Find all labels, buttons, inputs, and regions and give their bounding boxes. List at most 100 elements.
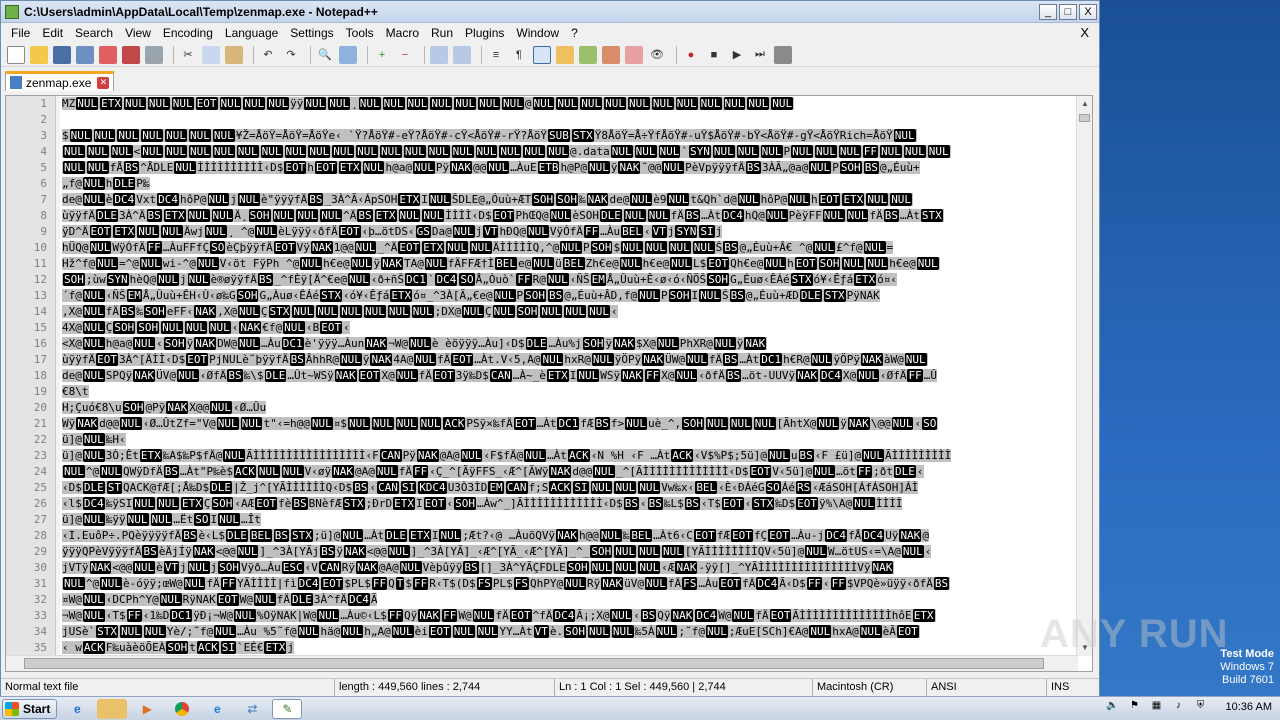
minimize-button[interactable]: _ (1039, 3, 1057, 20)
control-char: NUL (866, 257, 889, 270)
monitor-icon[interactable]: 👁 (648, 46, 666, 64)
folder-workspace-icon[interactable] (625, 45, 643, 64)
menu-search[interactable]: Search (69, 26, 119, 40)
copy-icon[interactable] (202, 45, 220, 64)
zoom-out-icon[interactable]: − (396, 46, 414, 64)
new-file-icon[interactable] (7, 45, 25, 64)
control-char: FF (583, 225, 600, 238)
notepadpp-icon[interactable]: ✎ (272, 698, 303, 719)
menu-language[interactable]: Language (219, 26, 284, 40)
zoom-in-icon[interactable]: + (373, 46, 391, 64)
control-char: EOT (428, 625, 451, 638)
ie-icon[interactable]: e (62, 699, 92, 719)
menu-window[interactable]: Window (510, 26, 565, 40)
editor-text-area[interactable]: MZ NUL ETX NUL NUL NUL EOT NUL NUL NUL ÿÿ NUL NUL ¸ NU… (60, 96, 1092, 671)
control-char: FF (220, 577, 236, 590)
title-bar[interactable]: C:\Users\admin\AppData\Local\Temp\zenmap… (1, 1, 1099, 23)
cut-icon[interactable]: ✂ (179, 46, 197, 64)
control-char: T (395, 577, 405, 590)
selected-text: ‚X@ NUL fÄ BS ‰ SOH eFF‹ NAK ‚X@ NUL Ç STX NUL NUL NUL… (62, 305, 618, 318)
close-button[interactable]: X (1079, 3, 1097, 20)
menu-plugins[interactable]: Plugins (459, 26, 510, 40)
control-char: BS (257, 273, 274, 286)
udl-icon[interactable] (556, 45, 574, 64)
close-all-icon[interactable] (122, 45, 140, 64)
close-document-button[interactable]: X (1080, 25, 1089, 40)
function-list-icon[interactable] (602, 45, 620, 64)
network-icon[interactable]: ⇄ (237, 699, 267, 719)
menu-settings[interactable]: Settings (284, 26, 339, 40)
menu-view[interactable]: View (119, 26, 157, 40)
wrap-icon[interactable]: ≡ (487, 46, 505, 64)
redo-icon[interactable]: ↷ (282, 46, 300, 64)
text-editor[interactable]: 1 2 3 4 5 6 7 8 9 10 11 12 13 14 15 16 17 18 19 20 21 22 23 24 2… (5, 95, 1093, 672)
control-char: NUL (82, 433, 105, 446)
control-char: NUL (316, 305, 339, 318)
close-icon[interactable] (99, 45, 117, 64)
selected-text: ùÿÿfÄ DLE 3À^Ä BS ETX NUL NUL Ä¸ SOH NUL NUL NUL ^Ä B… (62, 209, 944, 222)
save-icon[interactable] (53, 45, 71, 64)
control-char: NUL (399, 561, 422, 574)
selected-text: H;Çuó€8\u SOH @Pÿ NAK X@@ NUL ‹Ø…Ûu (62, 401, 267, 414)
control-char: BS (729, 289, 745, 302)
undo-icon[interactable]: ↶ (259, 46, 277, 64)
play-multiple-icon[interactable]: ⏭ (751, 46, 769, 64)
find-icon[interactable]: 🔍 (316, 46, 334, 64)
menu-encoding[interactable]: Encoding (157, 26, 219, 40)
horizontal-scroll-thumb[interactable] (24, 658, 1044, 669)
control-char: DC1 (281, 337, 304, 350)
menu-macro[interactable]: Macro (380, 26, 425, 40)
control-char: NUL (604, 97, 626, 110)
control-char: ETX (139, 449, 162, 462)
control-char: SOH (236, 289, 259, 302)
sync-v-icon[interactable] (430, 45, 448, 64)
network-tray-icon[interactable]: ▦ (1150, 700, 1164, 714)
all-chars-icon[interactable]: ¶ (510, 46, 528, 64)
maximize-button[interactable]: □ (1059, 3, 1077, 20)
status-encoding[interactable]: ANSI (927, 679, 1047, 696)
explorer-icon[interactable] (97, 698, 128, 719)
edge-icon[interactable]: e (202, 699, 232, 719)
start-button[interactable]: Start (2, 698, 58, 719)
control-char: NUL (478, 97, 500, 110)
menu-run[interactable]: Run (425, 26, 459, 40)
tab-close-icon[interactable]: ✕ (97, 76, 110, 89)
control-char: NUL (260, 145, 283, 158)
vertical-scroll-thumb[interactable] (1079, 114, 1090, 122)
menu-tools[interactable]: Tools (340, 26, 380, 40)
doc-map-icon[interactable] (579, 45, 597, 64)
replace-icon[interactable] (339, 45, 357, 64)
media-player-icon[interactable]: ▶ (132, 699, 162, 719)
volume-icon[interactable]: 🔈 (1106, 700, 1120, 714)
control-char: NUL (411, 305, 434, 318)
selected-text: ‹ w ACK F‰uàèöÕEÀ SOH t ACK SI `EÉ€ ETX j (62, 641, 294, 654)
open-file-icon[interactable] (30, 45, 48, 64)
sync-h-icon[interactable] (453, 45, 471, 64)
control-char: SOH (590, 545, 613, 558)
vertical-scrollbar[interactable]: ▲ ▼ (1076, 96, 1092, 656)
control-char: BS (723, 353, 739, 366)
speaker-icon[interactable]: ♪ (1172, 700, 1186, 714)
play-macro-icon[interactable]: ▶ (728, 46, 746, 64)
save-all-icon[interactable] (76, 45, 94, 64)
menu-help[interactable]: ? (565, 26, 584, 40)
print-icon[interactable] (145, 45, 163, 64)
menu-file[interactable]: File (5, 26, 36, 40)
flag-icon[interactable]: ⚑ (1128, 700, 1142, 714)
paste-icon[interactable] (225, 45, 243, 64)
record-macro-icon[interactable]: ● (682, 46, 700, 64)
control-char: SOH (532, 193, 555, 206)
stop-record-icon[interactable]: ■ (705, 46, 723, 64)
horizontal-scrollbar[interactable] (6, 655, 1078, 671)
security-icon[interactable]: ⛨ (1194, 700, 1208, 714)
save-macro-icon[interactable] (774, 45, 792, 64)
clock[interactable]: 10:36 AM (1226, 701, 1272, 713)
indent-guide-icon[interactable] (533, 45, 551, 64)
menu-edit[interactable]: Edit (36, 26, 69, 40)
scroll-up-arrow-icon[interactable]: ▲ (1077, 96, 1092, 112)
control-char: NUL (126, 513, 149, 526)
tab-zenmap-exe[interactable]: zenmap.exe ✕ (5, 71, 115, 91)
status-eol[interactable]: Macintosh (CR) (813, 679, 927, 696)
control-char: NUL (675, 97, 698, 110)
chrome-icon[interactable] (167, 699, 197, 719)
